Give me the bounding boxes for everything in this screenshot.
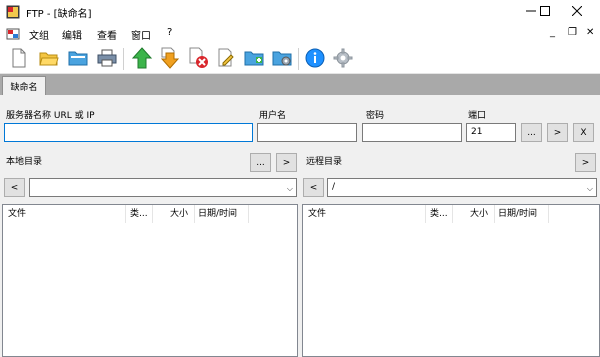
folder-button[interactable]: [66, 47, 90, 71]
download-button[interactable]: [158, 47, 182, 71]
local-col-date[interactable]: 日期/时间: [198, 205, 238, 223]
remote-col-type[interactable]: 类...: [430, 205, 448, 223]
local-go-button[interactable]: >: [276, 153, 297, 172]
print-icon: [97, 48, 117, 71]
window-title: FTP - [缺命名]: [26, 9, 92, 20]
mdi-minimize-button[interactable]: _: [550, 27, 555, 38]
maximize-icon: [540, 5, 550, 19]
menu-window[interactable]: 窗口: [131, 27, 151, 42]
remote-col-file[interactable]: 文件: [308, 205, 327, 223]
print-button[interactable]: [95, 47, 119, 71]
remote-dir-label: 远程目录: [306, 157, 343, 167]
mdi-close-button[interactable]: ✕: [586, 27, 594, 38]
menu-file[interactable]: 文组: [29, 27, 49, 42]
chevron-down-icon: ⌵: [586, 184, 593, 193]
toolbar-separator: [123, 48, 124, 70]
new-file-icon: [9, 48, 29, 71]
edit-button[interactable]: [214, 47, 238, 71]
menu-edit[interactable]: 编辑: [62, 27, 82, 42]
column-divider[interactable]: [194, 205, 195, 223]
download-icon: [159, 47, 181, 72]
open-button[interactable]: [37, 47, 61, 71]
mdi-doc-icon[interactable]: [6, 27, 20, 41]
tab-session[interactable]: 缺命名: [2, 76, 46, 95]
toolbar: [0, 44, 600, 74]
connect-button[interactable]: >: [547, 123, 568, 142]
tab-strip: [0, 74, 600, 95]
column-divider[interactable]: [248, 205, 249, 223]
local-file-list[interactable]: [2, 204, 298, 357]
delete-icon: [187, 47, 209, 72]
remote-path-value: /: [332, 182, 336, 192]
info-icon: [305, 48, 325, 71]
close-icon: [571, 5, 583, 19]
upload-icon: [131, 46, 153, 72]
password-label: 密码: [366, 111, 385, 121]
column-divider[interactable]: [425, 205, 426, 223]
column-divider[interactable]: [125, 205, 126, 223]
settings-button[interactable]: [331, 47, 355, 71]
local-col-size[interactable]: 大小: [170, 205, 189, 223]
local-col-type[interactable]: 类...: [130, 205, 148, 223]
local-dir-label: 本地目录: [6, 157, 43, 167]
remote-path-combo[interactable]: / ⌵: [327, 178, 597, 197]
menu-view[interactable]: 查看: [97, 27, 117, 42]
column-divider[interactable]: [152, 205, 153, 223]
local-browse-button[interactable]: ...: [250, 153, 271, 172]
info-button[interactable]: [303, 47, 327, 71]
local-path-combo[interactable]: ⌵: [29, 178, 297, 197]
close-button[interactable]: [554, 0, 600, 24]
new-folder-icon: [244, 48, 264, 71]
mdi-restore-button[interactable]: ❐: [568, 27, 577, 38]
menu-bar: [0, 24, 600, 44]
menu-help[interactable]: ?: [167, 27, 172, 38]
delete-button[interactable]: [186, 47, 210, 71]
column-divider[interactable]: [494, 205, 495, 223]
new-button[interactable]: [7, 47, 31, 71]
folder-icon: [68, 48, 88, 71]
chevron-down-icon: ⌵: [286, 184, 293, 193]
server-input[interactable]: [4, 123, 253, 142]
upload-button[interactable]: [130, 46, 154, 72]
local-back-button[interactable]: <: [4, 178, 25, 197]
connection-more-button[interactable]: ...: [521, 123, 542, 142]
port-label: 端口: [468, 111, 487, 121]
server-label: 服务器名称 URL 或 IP: [6, 111, 95, 121]
remote-file-list[interactable]: [302, 204, 600, 357]
remote-back-button[interactable]: <: [303, 178, 324, 197]
app-icon: [6, 5, 20, 19]
remote-go-button[interactable]: >: [575, 153, 596, 172]
column-divider[interactable]: [548, 205, 549, 223]
port-input[interactable]: 21: [466, 123, 516, 142]
password-input[interactable]: [362, 123, 462, 142]
folder-settings-button[interactable]: [270, 47, 294, 71]
settings-icon: [333, 48, 353, 71]
new-folder-button[interactable]: [242, 47, 266, 71]
user-label: 用户名: [259, 111, 287, 121]
disconnect-button[interactable]: X: [573, 123, 594, 142]
local-col-file[interactable]: 文件: [8, 205, 27, 223]
username-input[interactable]: [257, 123, 357, 142]
remote-col-date[interactable]: 日期/时间: [498, 205, 538, 223]
remote-col-size[interactable]: 大小: [470, 205, 489, 223]
folder-settings-icon: [272, 48, 292, 71]
toolbar-separator: [298, 48, 299, 70]
column-divider[interactable]: [452, 205, 453, 223]
edit-icon: [216, 48, 236, 71]
open-folder-icon: [39, 48, 59, 71]
